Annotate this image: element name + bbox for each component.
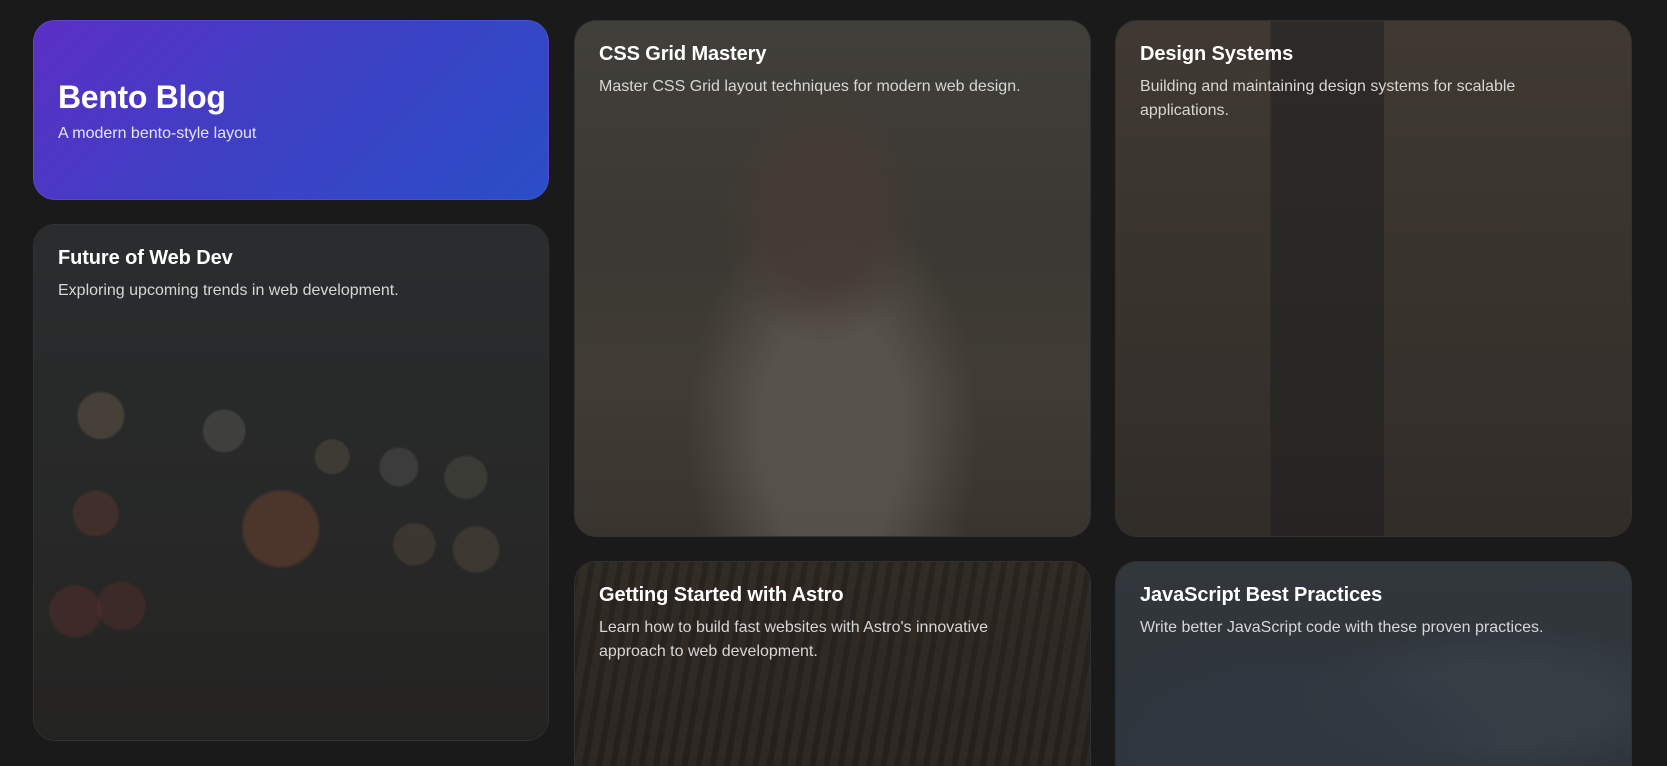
- post-excerpt: Learn how to build fast websites with As…: [599, 619, 989, 660]
- post-content: Future of Web Dev Exploring upcoming tre…: [58, 247, 508, 303]
- post-card-getting-started-with-astro[interactable]: Getting Started with Astro Learn how to …: [574, 561, 1091, 766]
- post-content: JavaScript Best Practices Write better J…: [1140, 584, 1591, 640]
- post-excerpt: Building and maintaining design systems …: [1140, 78, 1516, 119]
- post-excerpt: Master CSS Grid layout techniques for mo…: [599, 78, 1021, 95]
- post-title[interactable]: JavaScript Best Practices: [1140, 584, 1591, 607]
- site-title: Bento Blog: [58, 79, 226, 115]
- post-title[interactable]: Design Systems: [1140, 43, 1591, 66]
- post-card-javascript-best-practices[interactable]: JavaScript Best Practices Write better J…: [1115, 561, 1632, 766]
- post-content: Getting Started with Astro Learn how to …: [599, 584, 1050, 664]
- post-excerpt: Exploring upcoming trends in web develop…: [58, 282, 399, 299]
- post-excerpt: Write better JavaScript code with these …: [1140, 619, 1544, 636]
- bento-grid: Bento Blog A modern bento-style layout F…: [0, 0, 1667, 766]
- post-card-design-systems[interactable]: Design Systems Building and maintaining …: [1115, 20, 1632, 537]
- post-card-future-of-web-dev[interactable]: Future of Web Dev Exploring upcoming tre…: [33, 224, 549, 741]
- post-title[interactable]: Future of Web Dev: [58, 247, 508, 270]
- post-title[interactable]: CSS Grid Mastery: [599, 43, 1050, 66]
- post-content: CSS Grid Mastery Master CSS Grid layout …: [599, 43, 1050, 99]
- post-title[interactable]: Getting Started with Astro: [599, 584, 1050, 607]
- site-subtitle: A modern bento-style layout: [58, 125, 257, 142]
- post-card-css-grid-mastery[interactable]: CSS Grid Mastery Master CSS Grid layout …: [574, 20, 1091, 537]
- hero-card: Bento Blog A modern bento-style layout: [33, 20, 549, 200]
- post-content: Design Systems Building and maintaining …: [1140, 43, 1591, 123]
- hero-content: Bento Blog A modern bento-style layout: [58, 79, 508, 146]
